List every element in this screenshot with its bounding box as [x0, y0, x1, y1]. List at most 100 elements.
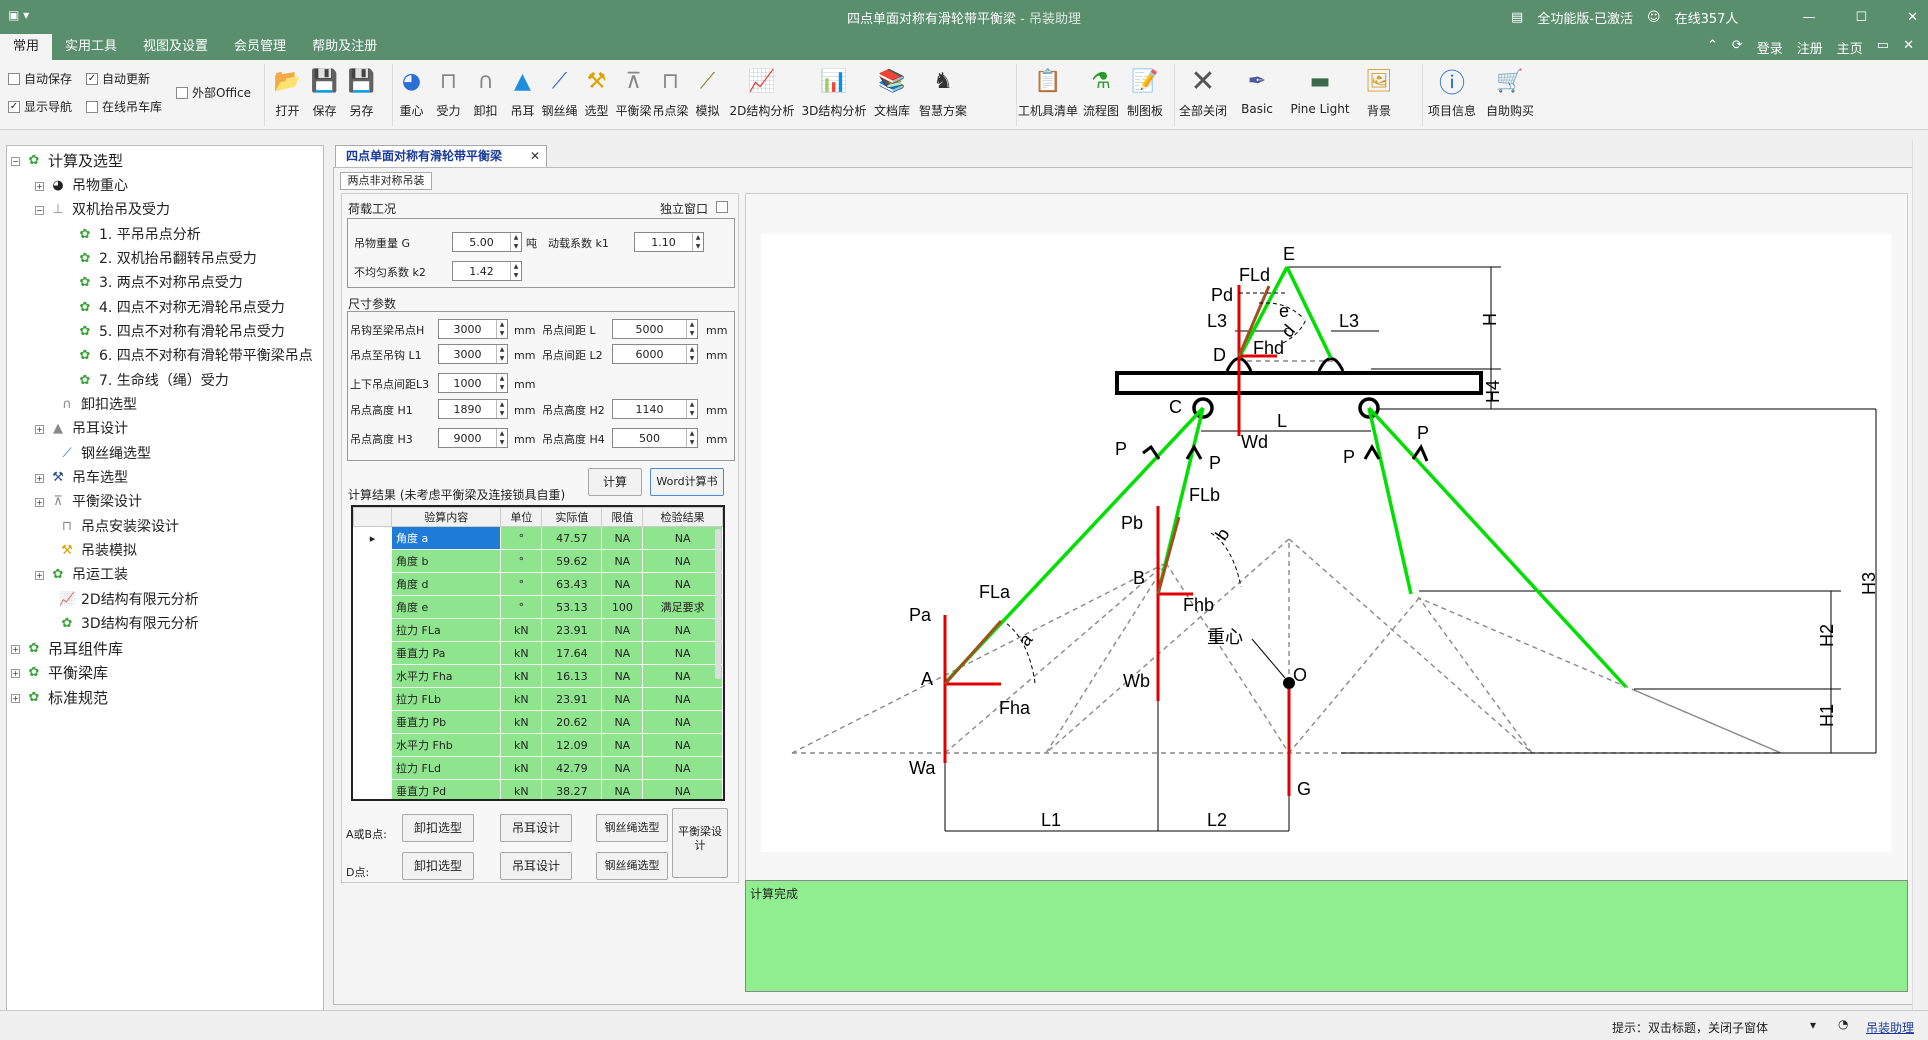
- column-header[interactable]: 检验结果: [642, 507, 723, 527]
- tree-item-lug[interactable]: + ▲ 吊耳设计: [35, 418, 128, 440]
- table-cell[interactable]: 23.91: [541, 618, 603, 642]
- column-header[interactable]: 验算内容: [390, 507, 502, 527]
- expand-icon[interactable]: +: [11, 644, 20, 654]
- tree-item-fea-3d[interactable]: ✿ 3D结构有限元分析: [59, 613, 199, 635]
- save-as-button[interactable]: 💾 另存: [343, 64, 380, 126]
- word-report-button[interactable]: Word计算书: [650, 468, 724, 496]
- dynamic-factor-input[interactable]: 1.10 ▲ ▼: [634, 232, 704, 252]
- auto-update-checkbox[interactable]: ✓ 自动更新: [86, 70, 150, 87]
- table-cell[interactable]: 17.64: [541, 641, 603, 665]
- tree-item-mount-beam[interactable]: ⊓ 吊点安装梁设计: [59, 516, 179, 538]
- param-h1-input[interactable]: 1890 ▲ ▼: [438, 399, 508, 419]
- collapse-icon[interactable]: −: [11, 156, 20, 166]
- table-cell[interactable]: 47.57: [541, 526, 603, 550]
- mdi-close-button[interactable]: ✕: [1903, 38, 1914, 57]
- wire-rope-button[interactable]: ⟋ 钢丝绳: [541, 64, 578, 126]
- tree-root-calc[interactable]: − ✿ 计算及选型: [11, 150, 123, 172]
- table-row[interactable]: 垂直力 Pd kN 38.27 NA NA: [353, 779, 723, 799]
- tree-item-simulate[interactable]: ⚒ 吊装模拟: [59, 540, 137, 562]
- table-row[interactable]: 拉力 FLd kN 42.79 NA NA: [353, 756, 723, 780]
- table-cell[interactable]: kN: [500, 618, 543, 642]
- param-hook-beam-input[interactable]: 3000 ▲ ▼: [438, 319, 508, 339]
- table-cell[interactable]: °: [500, 595, 543, 619]
- expand-icon[interactable]: +: [35, 473, 44, 483]
- table-cell[interactable]: 水平力 Fha: [390, 664, 502, 688]
- tree-root-standards[interactable]: + ✿ 标准规范: [11, 687, 108, 709]
- table-cell[interactable]: 38.27: [541, 779, 603, 799]
- table-cell[interactable]: kN: [500, 664, 543, 688]
- table-cell[interactable]: NA: [642, 664, 723, 688]
- table-cell[interactable]: 垂直力 Pd: [390, 779, 502, 799]
- open-button[interactable]: 📂 打开: [269, 64, 306, 126]
- tree-item-5[interactable]: ✿ 5. 四点不对称有滑轮吊点受力: [77, 321, 285, 343]
- table-cell[interactable]: NA: [642, 641, 723, 665]
- home-link[interactable]: 主页: [1837, 38, 1863, 57]
- row-indicator-cell[interactable]: [353, 779, 392, 799]
- spinner-arrows-icon[interactable]: ▲ ▼: [510, 262, 521, 280]
- table-row[interactable]: 角度 e ° 53.13 100 满足要求: [353, 595, 723, 619]
- table-cell[interactable]: 满足要求: [642, 595, 723, 619]
- table-cell[interactable]: kN: [500, 779, 543, 799]
- row-indicator-cell[interactable]: [353, 641, 392, 665]
- self-purchase-button[interactable]: 🛒 自助购买: [1481, 64, 1539, 126]
- table-cell[interactable]: 100: [601, 595, 644, 619]
- tree-item-crane[interactable]: + ⚒ 吊车选型: [35, 467, 128, 489]
- collapse-ribbon-icon[interactable]: ⌃: [1707, 38, 1718, 57]
- column-header[interactable]: 单位: [500, 507, 543, 527]
- tree-item-rope[interactable]: ⟋ 钢丝绳选型: [59, 443, 151, 465]
- tree-item-fea-2d[interactable]: 📈 2D结构有限元分析: [59, 589, 199, 611]
- tree-item-shackle[interactable]: ∩ 卸扣选型: [59, 394, 137, 416]
- expand-icon[interactable]: +: [11, 693, 20, 703]
- row-indicator-cell[interactable]: [353, 664, 392, 688]
- flowchart-button[interactable]: ⚗ 流程图: [1079, 64, 1123, 126]
- table-cell[interactable]: kN: [500, 710, 543, 734]
- table-cell[interactable]: kN: [500, 687, 543, 711]
- simulate-button[interactable]: ⟋ 模拟: [689, 64, 726, 126]
- spinner-arrows-icon[interactable]: ▲ ▼: [686, 320, 697, 338]
- table-cell[interactable]: kN: [500, 733, 543, 757]
- balance-beam-button[interactable]: ⊼ 平衡梁: [615, 64, 652, 126]
- tab-common[interactable]: 常用: [0, 34, 53, 60]
- table-cell[interactable]: °: [500, 572, 543, 596]
- param-l1-input[interactable]: 3000 ▲ ▼: [438, 344, 508, 364]
- table-cell[interactable]: NA: [601, 572, 644, 596]
- tree-item-1[interactable]: ✿ 1. 平吊吊点分析: [77, 224, 201, 246]
- table-cell[interactable]: kN: [500, 756, 543, 780]
- tab-tools[interactable]: 实用工具: [52, 34, 130, 60]
- login-link[interactable]: 登录: [1757, 38, 1783, 57]
- maximize-button[interactable]: ☐: [1855, 10, 1867, 25]
- tree-item-7[interactable]: ✿ 7. 生命线（绳）受力: [77, 370, 229, 392]
- close-tab-icon[interactable]: ✕: [530, 146, 540, 166]
- table-row[interactable]: 垂直力 Pa kN 17.64 NA NA: [353, 641, 723, 665]
- subtab[interactable]: 两点非对称吊装: [340, 172, 432, 190]
- fea-3d-button[interactable]: 📊 3D结构分析: [798, 64, 870, 126]
- table-cell[interactable]: °: [500, 526, 543, 550]
- tree-item-3[interactable]: ✿ 3. 两点不对称吊点受力: [77, 272, 243, 294]
- online-crane-checkbox[interactable]: 在线吊车库: [86, 98, 162, 115]
- param-l3-input[interactable]: 1000 ▲ ▼: [438, 373, 508, 393]
- refresh-icon[interactable]: ⟳: [1732, 38, 1743, 57]
- table-cell[interactable]: NA: [601, 756, 644, 780]
- table-cell[interactable]: NA: [601, 664, 644, 688]
- ab-lug-button[interactable]: 吊耳设计: [500, 814, 572, 842]
- d-rope-button[interactable]: 钢丝绳选型: [596, 852, 668, 880]
- smart-plan-button[interactable]: ♞ 智慧方案: [914, 64, 972, 126]
- table-cell[interactable]: 23.91: [541, 687, 603, 711]
- column-header[interactable]: 限值: [601, 507, 644, 527]
- row-indicator-cell[interactable]: [353, 687, 392, 711]
- doc-library-button[interactable]: 📚 文档库: [870, 64, 914, 126]
- row-indicator-cell[interactable]: ▸: [353, 526, 392, 550]
- spinner-arrows-icon[interactable]: ▲ ▼: [686, 429, 697, 447]
- spinner-arrows-icon[interactable]: ▲ ▼: [686, 345, 697, 363]
- calculate-button[interactable]: 计算: [588, 468, 642, 496]
- spinner-arrows-icon[interactable]: ▲ ▼: [496, 345, 507, 363]
- table-cell[interactable]: 59.62: [541, 549, 603, 573]
- tree-root-lug-library[interactable]: + ✿ 吊耳组件库: [11, 638, 123, 660]
- table-cell[interactable]: kN: [500, 641, 543, 665]
- expand-icon[interactable]: +: [35, 181, 44, 191]
- external-office-checkbox[interactable]: 外部Office: [176, 84, 251, 101]
- expand-icon[interactable]: +: [35, 424, 44, 434]
- row-indicator-cell[interactable]: [353, 710, 392, 734]
- table-cell[interactable]: NA: [642, 779, 723, 799]
- table-cell[interactable]: 拉力 FLb: [390, 687, 502, 711]
